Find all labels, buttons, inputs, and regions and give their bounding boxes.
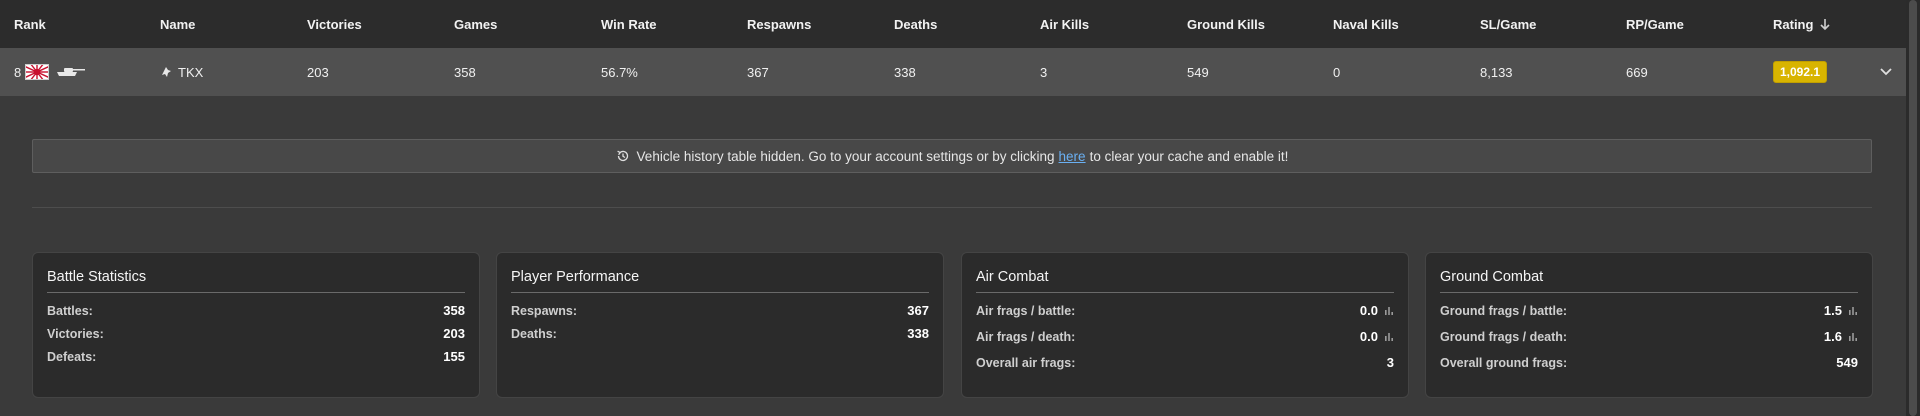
squadron-icon — [162, 67, 171, 77]
ground-kills-cell: 549 — [1187, 64, 1209, 80]
stat-value: 155 — [443, 349, 465, 364]
stat-label: Deaths: — [511, 326, 557, 341]
card-title: Ground Combat — [1440, 269, 1858, 293]
card-title: Battle Statistics — [47, 269, 465, 293]
header-games[interactable]: Games — [454, 0, 497, 48]
games-cell: 358 — [454, 64, 476, 80]
air-combat-card: Air Combat Air frags / battle: 0.0 Air f… — [961, 252, 1409, 398]
bar-chart-icon[interactable] — [1384, 306, 1394, 316]
section-divider — [32, 207, 1872, 208]
name-cell[interactable]: TKX — [160, 48, 203, 96]
stat-row-respawns: Respawns: 367 — [511, 303, 929, 318]
header-air-kills[interactable]: Air Kills — [1040, 0, 1089, 48]
stat-label: Ground frags / death: — [1440, 329, 1568, 344]
stat-row-ground-frags-battle: Ground frags / battle: 1.5 — [1440, 303, 1858, 318]
stat-row-overall-air-frags: Overall air frags: 3 — [976, 355, 1394, 370]
stat-value: 358 — [443, 303, 465, 318]
stat-value: 549 — [1836, 355, 1858, 370]
stat-value-wrap: 1.6 — [1824, 329, 1858, 344]
header-respawns[interactable]: Respawns — [747, 0, 811, 48]
stat-value: 0.0 — [1359, 303, 1378, 318]
respawns-cell: 367 — [747, 64, 769, 80]
stat-label: Air frags / death: — [976, 329, 1076, 344]
stat-label: Defeats: — [47, 349, 97, 364]
header-victories[interactable]: Victories — [307, 0, 362, 48]
stat-row-overall-ground-frags: Overall ground frags: 549 — [1440, 355, 1858, 370]
stat-value: 203 — [443, 326, 465, 341]
rating-badge: 1,092.1 — [1773, 61, 1828, 83]
stat-value: 338 — [907, 326, 929, 341]
notice-text-after: to clear your cache and enable it! — [1089, 148, 1289, 164]
stat-label: Battles: — [47, 303, 93, 318]
stat-label: Respawns: — [511, 303, 577, 318]
sl-game-cell: 8,133 — [1480, 64, 1513, 80]
victories-cell: 203 — [307, 64, 329, 80]
stat-value: 1.6 — [1823, 329, 1842, 344]
table-row[interactable]: 8 TKX 203 358 56.7% 367 338 3 549 0 8,13… — [0, 48, 1906, 96]
card-title: Air Combat — [976, 269, 1394, 293]
rating-cell: 1,092.1 — [1773, 48, 1828, 96]
vehicle-history-notice: Vehicle history table hidden. Go to your… — [32, 139, 1872, 173]
bar-chart-icon[interactable] — [1848, 332, 1858, 342]
stat-row-victories: Victories: 203 — [47, 326, 465, 341]
header-rp-game[interactable]: RP/Game — [1626, 0, 1684, 48]
header-ground-kills[interactable]: Ground Kills — [1187, 0, 1265, 48]
header-naval-kills[interactable]: Naval Kills — [1333, 0, 1399, 48]
stat-label: Victories: — [47, 326, 104, 341]
header-sl-game[interactable]: SL/Game — [1480, 0, 1536, 48]
stat-value-wrap: 1.5 — [1824, 303, 1858, 318]
stat-row-deaths: Deaths: 338 — [511, 326, 929, 341]
history-icon — [616, 150, 628, 162]
bar-chart-icon[interactable] — [1384, 332, 1394, 342]
header-rating[interactable]: Rating — [1773, 0, 1831, 48]
ground-combat-card: Ground Combat Ground frags / battle: 1.5… — [1425, 252, 1873, 398]
rp-game-cell: 669 — [1626, 64, 1648, 80]
naval-kills-cell: 0 — [1333, 64, 1341, 80]
stat-row-air-frags-death: Air frags / death: 0.0 — [976, 329, 1394, 344]
clear-cache-link[interactable]: here — [1059, 149, 1086, 164]
table-header-row: Rank Name Victories Games Win Rate Respa… — [0, 0, 1906, 48]
player-name: TKX — [178, 64, 204, 80]
stat-label: Air frags / battle: — [976, 303, 1076, 318]
chevron-down-icon[interactable] — [1880, 68, 1892, 76]
header-win-rate[interactable]: Win Rate — [601, 0, 657, 48]
stat-value-wrap: 0.0 — [1360, 329, 1394, 344]
deaths-cell: 338 — [894, 64, 916, 80]
stat-row-air-frags-battle: Air frags / battle: 0.0 — [976, 303, 1394, 318]
header-deaths[interactable]: Deaths — [894, 0, 937, 48]
air-kills-cell: 3 — [1040, 64, 1048, 80]
scrollbar-thumb[interactable] — [1909, 0, 1917, 416]
battle-statistics-card: Battle Statistics Battles: 358 Victories… — [32, 252, 480, 398]
stat-row-defeats: Defeats: 155 — [47, 349, 465, 364]
stat-value: 0.0 — [1359, 329, 1378, 344]
japan-flag-icon — [25, 64, 50, 80]
stat-value: 367 — [907, 303, 929, 318]
player-performance-card: Player Performance Respawns: 367 Deaths:… — [496, 252, 944, 398]
expand-row-button[interactable] — [1880, 48, 1892, 96]
stat-label: Overall air frags: — [976, 355, 1076, 370]
header-name[interactable]: Name — [160, 0, 195, 48]
stat-value: 1.5 — [1823, 303, 1842, 318]
tank-icon — [57, 68, 86, 76]
stat-row-battles: Battles: 358 — [47, 303, 465, 318]
bar-chart-icon[interactable] — [1848, 306, 1858, 316]
rank-value: 8 — [14, 64, 22, 80]
stat-row-ground-frags-death: Ground frags / death: 1.6 — [1440, 329, 1858, 344]
stat-value: 3 — [1386, 355, 1394, 370]
card-title: Player Performance — [511, 269, 929, 293]
rank-cell: 8 — [14, 48, 86, 96]
notice-text-before: Vehicle history table hidden. Go to your… — [636, 148, 1055, 164]
header-rating-label: Rating — [1773, 16, 1814, 32]
win-rate-cell: 56.7% — [601, 64, 638, 80]
stat-label: Overall ground frags: — [1440, 355, 1568, 370]
stat-label: Ground frags / battle: — [1440, 303, 1568, 318]
header-rank[interactable]: Rank — [14, 0, 46, 48]
arrow-down-icon — [1820, 18, 1831, 30]
stat-value-wrap: 0.0 — [1360, 303, 1394, 318]
vertical-scrollbar[interactable] — [1906, 0, 1920, 416]
